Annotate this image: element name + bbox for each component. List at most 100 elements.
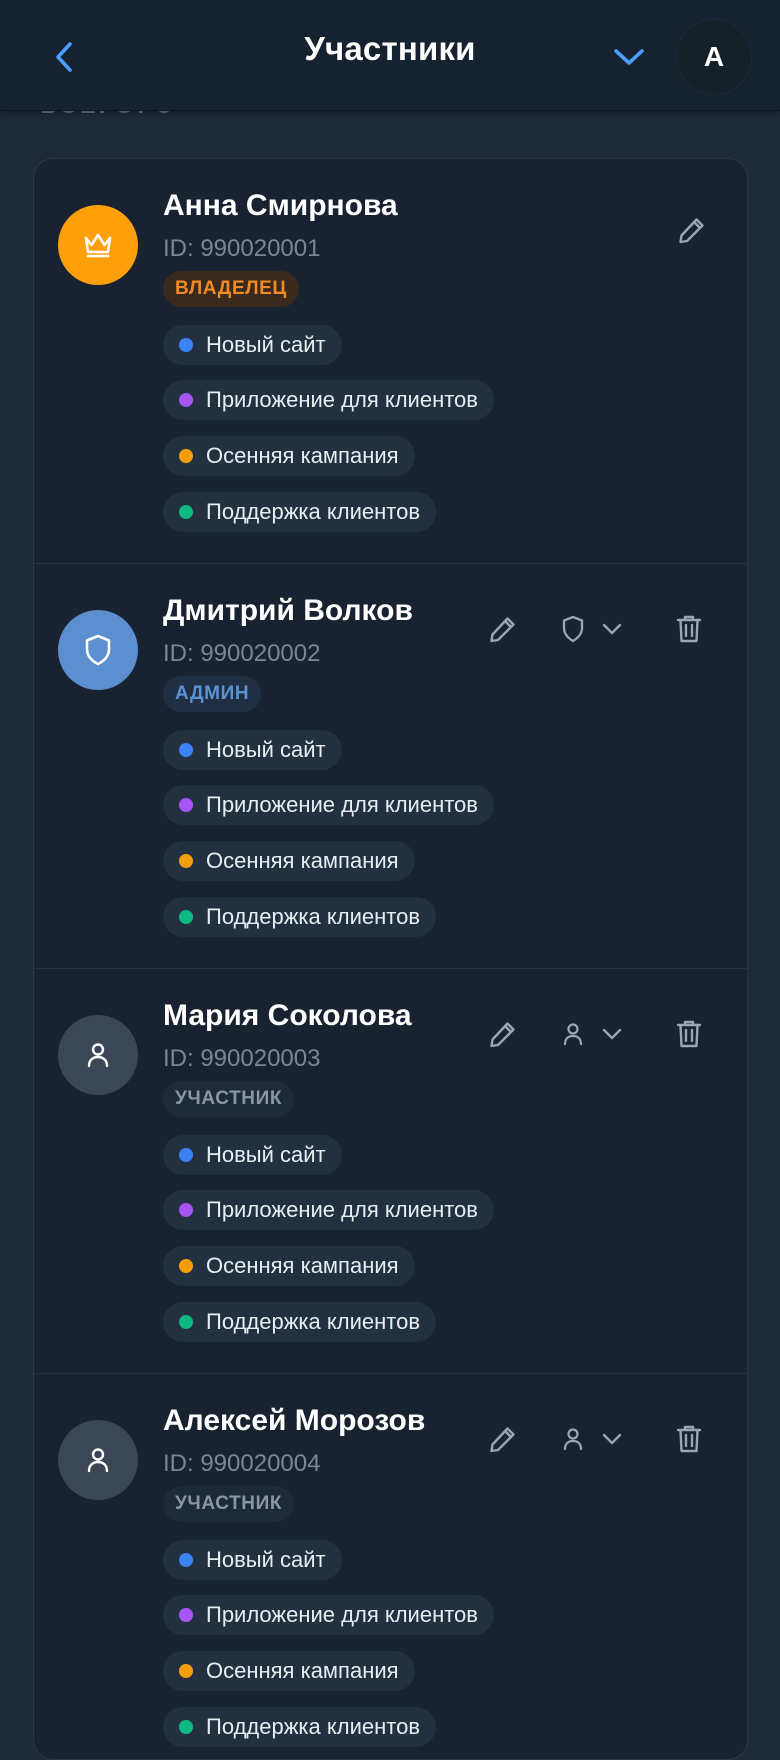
role-badge-owner: ВЛАДЕЛЕЦ bbox=[163, 271, 299, 307]
role-select[interactable] bbox=[560, 604, 650, 654]
project-label: Осенняя кампания bbox=[206, 848, 399, 873]
user-icon bbox=[563, 1428, 583, 1451]
project-chip: Новый сайт bbox=[163, 1135, 342, 1175]
project-label: Осенняя кампания bbox=[206, 1253, 399, 1278]
project-label: Новый сайт bbox=[206, 332, 326, 357]
members-list: Анна Смирнова ID: 990020001 ВЛАДЕЛЕЦ Нов… bbox=[33, 158, 748, 1760]
edit-button[interactable] bbox=[480, 1416, 526, 1462]
collapse-button[interactable] bbox=[604, 36, 654, 78]
blue-dot-icon bbox=[179, 1148, 193, 1162]
delete-button[interactable] bbox=[666, 1416, 712, 1462]
project-chip: Поддержка клиентов bbox=[163, 897, 437, 937]
chevron-down-icon bbox=[614, 49, 644, 65]
orange-dot-icon bbox=[179, 1664, 193, 1678]
member-id: ID: 990020001 bbox=[163, 235, 321, 262]
project-chip: Поддержка клиентов bbox=[163, 1302, 437, 1342]
project-chip: Приложение для клиентов bbox=[163, 785, 494, 825]
project-label: Поддержка клиентов bbox=[206, 1309, 421, 1334]
member-name: Анна Смирнова bbox=[163, 189, 398, 222]
chevron-down-icon bbox=[602, 1028, 622, 1040]
page-title: Участники bbox=[304, 30, 476, 67]
project-chip: Осенняя кампания bbox=[163, 841, 415, 881]
project-chip: Новый сайт bbox=[163, 730, 342, 770]
purple-dot-icon bbox=[179, 393, 193, 407]
project-label: Поддержка клиентов bbox=[206, 499, 421, 524]
trash-icon bbox=[676, 1020, 702, 1048]
role-select[interactable] bbox=[560, 1414, 650, 1464]
shield-icon bbox=[85, 634, 111, 666]
project-label: Осенняя кампания bbox=[206, 443, 399, 468]
member-row: Мария Соколова ID: 990020003 УЧАСТНИК Но… bbox=[34, 969, 747, 1374]
member-avatar bbox=[58, 1420, 138, 1500]
project-label: Приложение для клиентов bbox=[206, 1602, 478, 1627]
role-badge-admin: АДМИН bbox=[163, 676, 262, 712]
delete-button[interactable] bbox=[666, 606, 712, 652]
purple-dot-icon bbox=[179, 1608, 193, 1622]
project-chip: Приложение для клиентов bbox=[163, 1595, 494, 1635]
trash-icon bbox=[676, 615, 702, 643]
project-chip: Осенняя кампания bbox=[163, 1246, 415, 1286]
pencil-icon bbox=[490, 1022, 515, 1048]
project-chip: Новый сайт bbox=[163, 325, 342, 365]
member-name: Дмитрий Волков bbox=[163, 594, 413, 627]
project-label: Новый сайт bbox=[206, 1142, 326, 1167]
member-name: Алексей Морозов bbox=[163, 1404, 426, 1437]
project-chip: Осенняя кампания bbox=[163, 1651, 415, 1691]
project-label: Приложение для клиентов bbox=[206, 792, 478, 817]
project-chip: Поддержка клиентов bbox=[163, 1707, 437, 1747]
pencil-icon bbox=[679, 218, 704, 244]
edit-button[interactable] bbox=[480, 1011, 526, 1057]
member-avatar bbox=[58, 610, 138, 690]
project-label: Новый сайт bbox=[206, 1547, 326, 1572]
user-icon bbox=[563, 1023, 583, 1046]
shield-icon bbox=[562, 615, 584, 643]
green-dot-icon bbox=[179, 505, 193, 519]
project-chip: Приложение для клиентов bbox=[163, 380, 494, 420]
edit-button[interactable] bbox=[669, 207, 715, 253]
pencil-icon bbox=[490, 617, 515, 643]
blue-dot-icon bbox=[179, 743, 193, 757]
blue-dot-icon bbox=[179, 1553, 193, 1567]
green-dot-icon bbox=[179, 1315, 193, 1329]
project-label: Приложение для клиентов bbox=[206, 387, 478, 412]
role-badge-member: УЧАСТНИК bbox=[163, 1486, 295, 1522]
blue-dot-icon bbox=[179, 338, 193, 352]
member-id: ID: 990020004 bbox=[163, 1450, 321, 1477]
delete-button[interactable] bbox=[666, 1011, 712, 1057]
edit-button[interactable] bbox=[480, 606, 526, 652]
member-avatar bbox=[58, 1015, 138, 1095]
purple-dot-icon bbox=[179, 798, 193, 812]
project-chip: Новый сайт bbox=[163, 1540, 342, 1580]
project-label: Поддержка клиентов bbox=[206, 1714, 421, 1739]
project-label: Поддержка клиентов bbox=[206, 904, 421, 929]
trash-icon bbox=[676, 1425, 702, 1453]
pencil-icon bbox=[490, 1427, 515, 1453]
orange-dot-icon bbox=[179, 854, 193, 868]
green-dot-icon bbox=[179, 1720, 193, 1734]
project-label: Осенняя кампания bbox=[206, 1658, 399, 1683]
member-name: Мария Соколова bbox=[163, 999, 412, 1032]
member-row: Дмитрий Волков ID: 990020002 АДМИН Новый… bbox=[34, 564, 747, 969]
chevron-down-icon bbox=[602, 1433, 622, 1445]
orange-dot-icon bbox=[179, 449, 193, 463]
project-chip: Приложение для клиентов bbox=[163, 1190, 494, 1230]
project-chip: Поддержка клиентов bbox=[163, 492, 437, 532]
member-id: ID: 990020002 bbox=[163, 640, 321, 667]
project-label: Новый сайт bbox=[206, 737, 326, 762]
member-row: Алексей Морозов ID: 990020004 УЧАСТНИК Н… bbox=[34, 1374, 747, 1759]
member-row: Анна Смирнова ID: 990020001 ВЛАДЕЛЕЦ Нов… bbox=[34, 159, 747, 564]
user-icon bbox=[87, 1448, 109, 1473]
crown-icon bbox=[84, 233, 112, 258]
project-label: Приложение для клиентов bbox=[206, 1197, 478, 1222]
orange-dot-icon bbox=[179, 1259, 193, 1273]
member-avatar bbox=[58, 205, 138, 285]
top-bar: Участники A bbox=[0, 0, 780, 111]
profile-avatar-button[interactable]: A bbox=[677, 20, 751, 94]
role-select[interactable] bbox=[560, 1009, 650, 1059]
member-id: ID: 990020003 bbox=[163, 1045, 321, 1072]
role-badge-member: УЧАСТНИК bbox=[163, 1081, 295, 1117]
project-chip: Осенняя кампания bbox=[163, 436, 415, 476]
green-dot-icon bbox=[179, 910, 193, 924]
purple-dot-icon bbox=[179, 1203, 193, 1217]
user-icon bbox=[87, 1043, 109, 1068]
